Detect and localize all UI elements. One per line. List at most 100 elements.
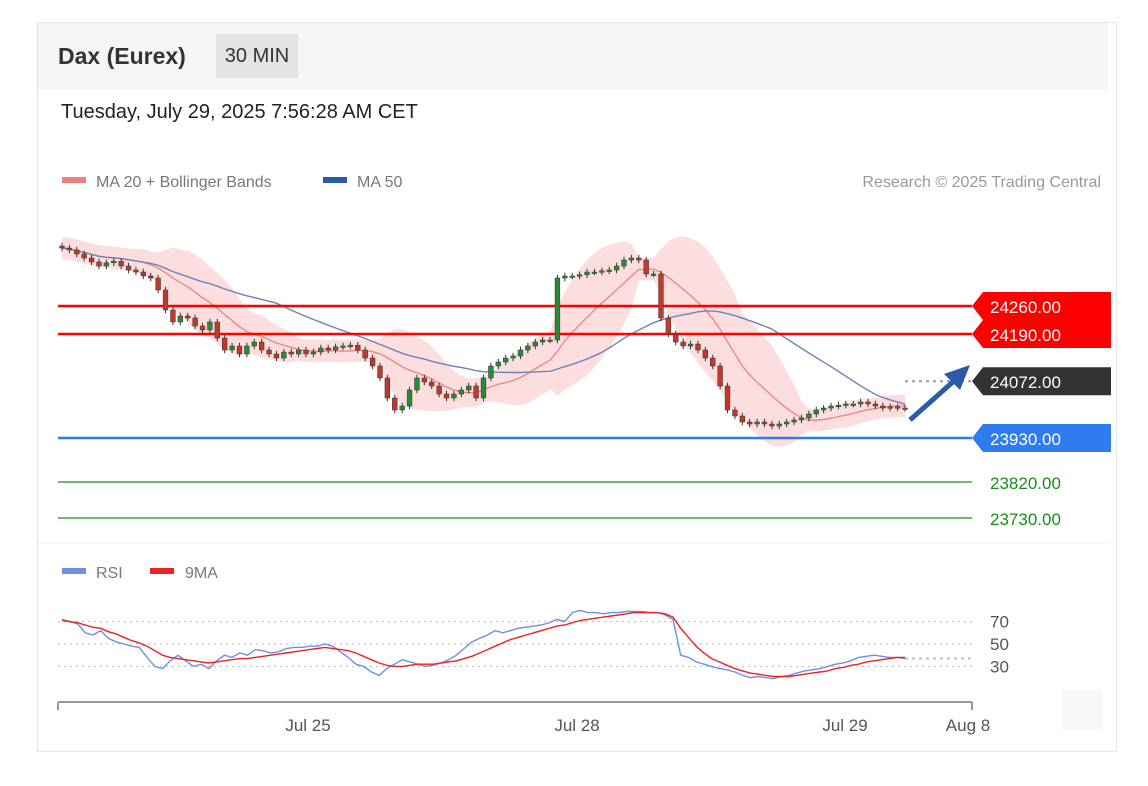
candle-down (761, 421, 768, 425)
level-label-pivot: 23930.00 (990, 430, 1061, 449)
legend-rsi: RSI (96, 565, 123, 582)
forecast-arrow (908, 378, 957, 422)
level-label-support: 23820.00 (990, 474, 1061, 493)
candle-up (828, 405, 834, 409)
rsi-tick-label: 30 (990, 657, 1009, 676)
x-tick-label: Aug 8 (946, 716, 990, 735)
candle-down (266, 349, 272, 355)
candle-down (872, 403, 879, 407)
candle-down (392, 397, 398, 411)
candle-up (332, 346, 339, 351)
candle-up (503, 357, 509, 363)
candle-up (281, 351, 287, 359)
candle-up (540, 339, 546, 343)
candle-down (443, 393, 450, 399)
rsi-line (61, 609, 906, 680)
candle-down (747, 421, 753, 425)
candle-down (695, 343, 701, 351)
candle-up (399, 405, 405, 411)
candle-down (880, 405, 886, 409)
candle-up (318, 347, 324, 353)
x-tick-label: Jul 25 (285, 716, 330, 735)
legend-swatch-rsi (62, 568, 86, 574)
copyright: Research © 2025 Trading Central (862, 174, 1101, 191)
candle-down (421, 377, 427, 383)
candle-down (673, 333, 679, 343)
candle-up (414, 377, 420, 391)
candle-up (806, 413, 812, 419)
candle-down (259, 341, 265, 351)
candle-down (702, 349, 708, 359)
x-tick-label: Jul 29 (822, 716, 867, 735)
candle-down (680, 341, 686, 347)
candle-up (621, 259, 627, 267)
candle-down (81, 253, 87, 259)
candle-up (244, 345, 250, 355)
legend-9ma: 9MA (185, 565, 218, 582)
candle-down (710, 357, 716, 367)
candle-down (59, 245, 65, 249)
candle-down (148, 275, 154, 279)
candle-up (517, 349, 524, 357)
candle-up (295, 349, 302, 355)
legend-ma50: MA 50 (357, 174, 402, 191)
candle-up (207, 321, 213, 331)
candle-down (273, 353, 280, 359)
candle-down (739, 415, 745, 423)
candle-down (125, 265, 132, 271)
candle-up (229, 345, 235, 351)
candle-down (732, 409, 738, 417)
candle-down (222, 337, 228, 351)
bollinger-band-area (62, 236, 905, 447)
candle-up (650, 273, 657, 276)
candle-up (835, 404, 842, 407)
candle-up (488, 365, 494, 379)
candle-down (88, 257, 95, 263)
candle-up (754, 421, 760, 425)
candle-down (377, 365, 383, 379)
candle-down (74, 249, 80, 255)
candle-up (569, 275, 575, 278)
candle-down (362, 349, 368, 359)
candle-down (66, 247, 73, 251)
candle-down (192, 317, 198, 327)
x-tick-label: Jul 28 (554, 716, 599, 735)
candle-down (384, 377, 391, 399)
candle-down (118, 260, 124, 267)
candle-down (429, 381, 435, 387)
level-label-current: 24072.00 (990, 373, 1061, 392)
candle-down (665, 317, 672, 335)
price-chart: MA 20 + Bollinger Bands MA 50 Research ©… (38, 174, 1111, 735)
candle-up (887, 406, 893, 409)
candle-down (214, 321, 220, 339)
candle-up (798, 417, 805, 421)
legend-swatch-bollinger (62, 177, 86, 183)
candle-up (628, 257, 635, 261)
candle-down (162, 289, 169, 311)
candle-up (613, 265, 620, 271)
level-label-support: 23730.00 (990, 510, 1061, 529)
candle-up (251, 341, 257, 347)
candle-up (857, 401, 864, 405)
scroll-handle[interactable] (1062, 690, 1102, 730)
rsi-9ma-line (61, 611, 905, 678)
candle-down (170, 309, 176, 323)
candle-up (599, 270, 605, 273)
candle-up (591, 271, 598, 274)
candle-down (133, 269, 139, 273)
candle-down (96, 261, 102, 267)
candle-up (584, 271, 590, 276)
candle-up (340, 345, 346, 348)
candle-down (717, 365, 723, 387)
candle-up (495, 361, 501, 367)
legend-bollinger: MA 20 + Bollinger Bands (96, 174, 272, 191)
candle-up (103, 262, 110, 267)
candle-up (525, 345, 531, 351)
candle-up (510, 355, 516, 359)
candle-down (199, 325, 206, 331)
bollinger-band (62, 236, 905, 447)
candle-down (369, 357, 376, 367)
candle-up (532, 341, 538, 347)
candle-up (850, 403, 856, 406)
candle-up (177, 315, 183, 323)
